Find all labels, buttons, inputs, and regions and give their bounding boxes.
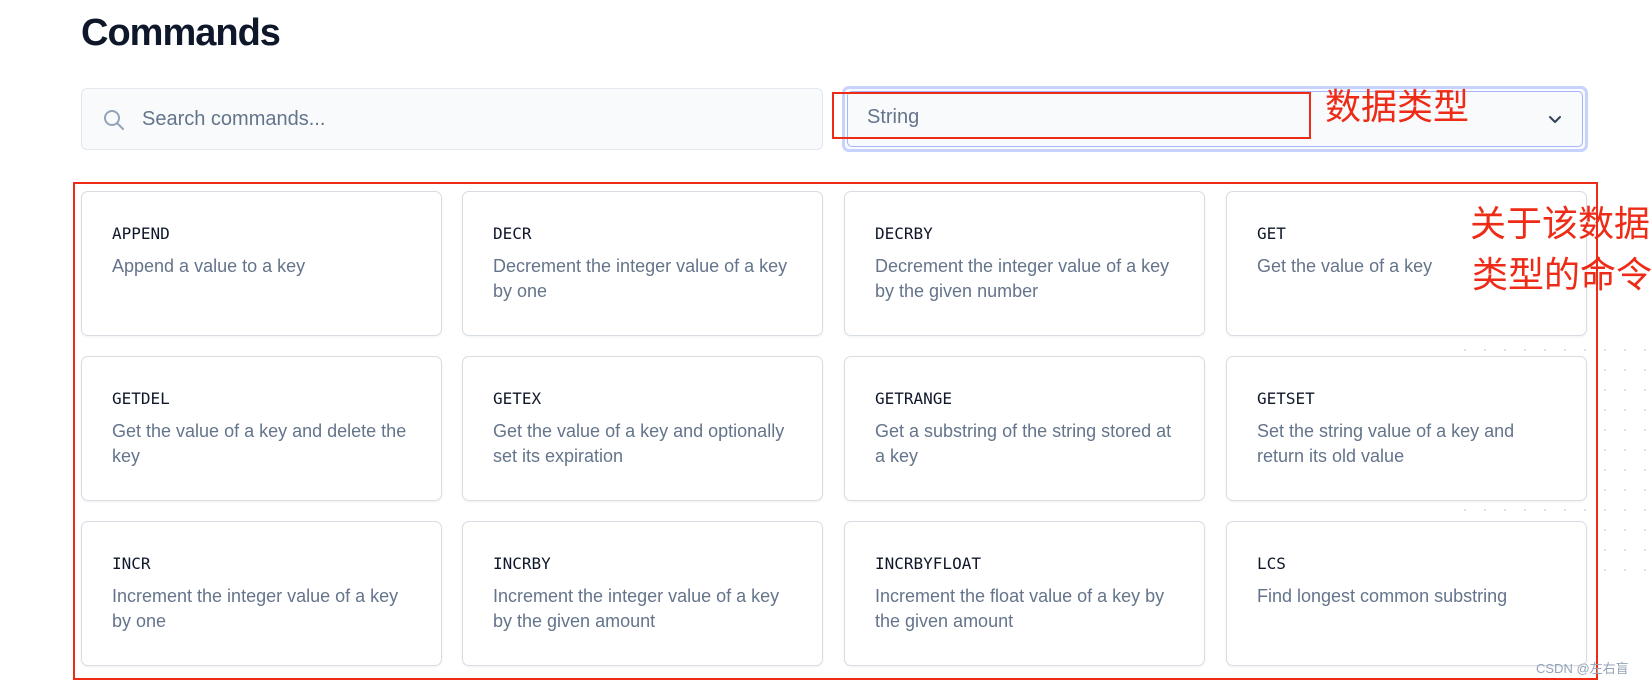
annotation-data-type: 数据类型 [1325,87,1470,128]
chevron-down-icon [1549,116,1561,123]
search-icon [104,110,124,130]
commands-page: Commands String APPEND Append a value to… [0,0,1651,684]
watermark: CSDN @左右盲 [1536,661,1629,676]
search-input[interactable] [142,89,802,149]
annotation-commands-line2: 类型的命令 [1472,255,1651,296]
search-box[interactable] [81,88,823,150]
page-title: Commands [81,12,281,54]
annotation-box-select [832,92,1311,139]
annotation-commands-line1: 关于该数据 [1470,204,1651,245]
annotation-box-commands [73,182,1598,680]
